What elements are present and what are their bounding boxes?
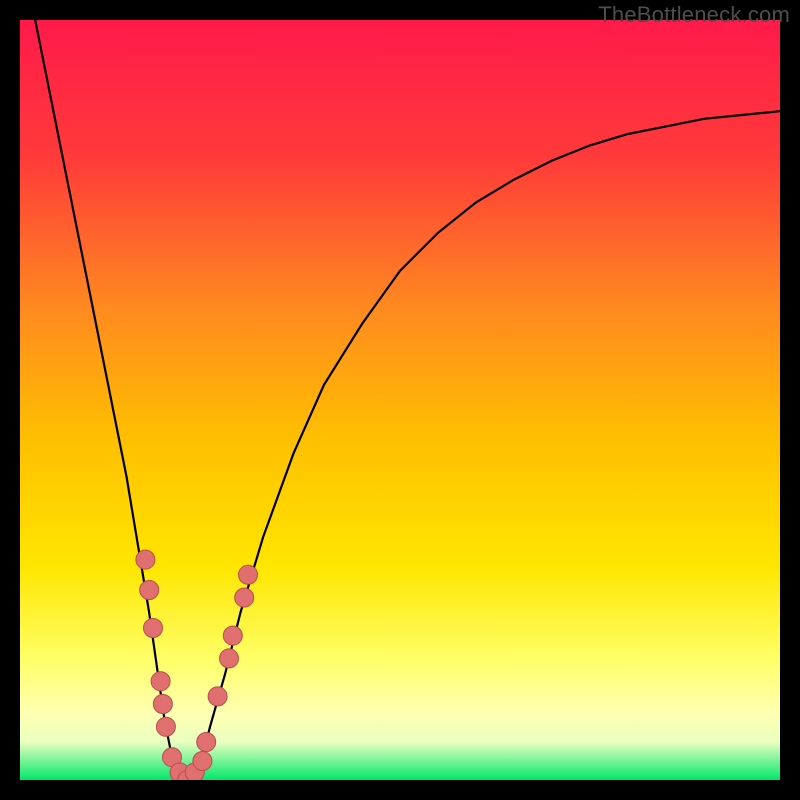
data-point: [223, 626, 242, 645]
data-point: [136, 550, 155, 569]
data-point: [239, 565, 258, 584]
data-point: [156, 717, 175, 736]
data-point: [220, 649, 239, 668]
chart-frame: [20, 20, 780, 780]
data-point: [153, 695, 172, 714]
data-point: [193, 752, 212, 771]
gradient-background: [20, 20, 780, 780]
data-point: [140, 581, 159, 600]
watermark-text: TheBottleneck.com: [598, 2, 790, 28]
data-point: [144, 619, 163, 638]
data-point: [197, 733, 216, 752]
bottleneck-chart: [20, 20, 780, 780]
data-point: [235, 588, 254, 607]
data-point: [208, 687, 227, 706]
data-point: [151, 672, 170, 691]
